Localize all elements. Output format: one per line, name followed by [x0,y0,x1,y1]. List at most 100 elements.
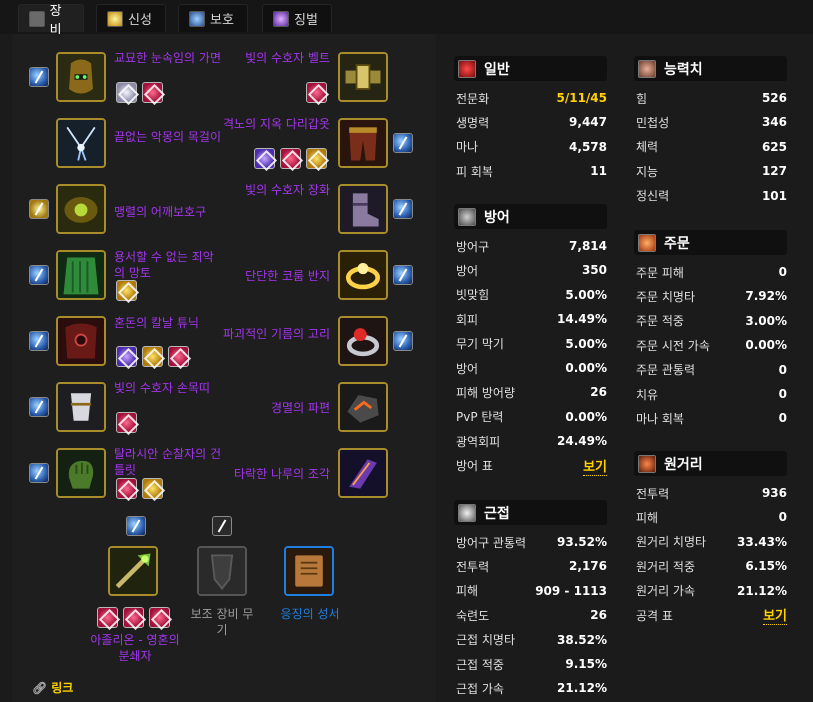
gem-icon[interactable] [142,478,163,499]
stat-label: 피 회복 [456,164,493,179]
stat-row: 방어 0.00% [456,358,607,378]
gem-icon[interactable] [306,148,327,169]
stat-row: 주문 피해 0 [636,262,787,282]
item-name-ring1[interactable]: 단단한 코룸 반지 [220,268,330,284]
item-neck-icon[interactable] [56,118,106,168]
item-ring2-icon[interactable] [338,316,388,366]
item-name-neck[interactable]: 끝없는 악몽의 목걸이 [114,129,224,145]
enchant-icon[interactable] [393,265,413,285]
stat-label: 주문 치명타 [636,289,696,304]
stat-label: 원거리 가속 [636,584,696,599]
section-header-attributes: 능력치 [634,56,787,81]
section-title: 원거리 [664,456,703,473]
stat-value: 93.52% [557,535,607,549]
item-name-trinket2[interactable]: 타락한 나루의 조각 [220,466,330,482]
item-legs-icon[interactable] [338,118,388,168]
enchant-icon[interactable] [29,397,49,417]
enchant-icon[interactable] [126,516,146,536]
stat-label: 전투력 [636,486,670,501]
stat-row: 근접 가속 21.12% [456,678,607,698]
enchant-icon[interactable] [29,265,49,285]
gem-icon[interactable] [116,82,137,103]
stat-row: 민첩성 346 [636,112,787,132]
item-relic-icon[interactable] [284,546,334,596]
tab-protection[interactable]: 보호 [178,4,248,32]
tab-label: 보호 [210,13,234,28]
item-name-legs[interactable]: 격노의 지옥 다리갑옷 [220,116,330,132]
stat-row: 정신력 101 [636,186,787,206]
gem-icon[interactable] [116,280,137,301]
tab-retribution[interactable]: 징벌 [262,4,332,32]
enchant-icon[interactable] [393,331,413,351]
gem-icon[interactable] [149,607,170,628]
tab-equipment[interactable]: 장비 [18,4,84,38]
stat-label: 피해 방어량 [456,385,516,400]
enchant-icon[interactable] [29,463,49,483]
enchant-icon[interactable] [393,133,413,153]
item-name-back[interactable]: 용서할 수 없는 죄악의 망토 [114,249,224,281]
gem-icon[interactable] [123,607,144,628]
item-mainhand-icon[interactable] [108,546,158,596]
item-trinket2-icon[interactable] [338,448,388,498]
gem-icon[interactable] [142,346,163,367]
item-trinket1-icon[interactable] [338,382,388,432]
item-name-belt[interactable]: 빛의 수호자 벨트 [220,50,330,66]
item-name-shoulder[interactable]: 맹렬의 어깨보호구 [114,204,224,220]
item-name-hands[interactable]: 탈라시안 순찰자의 건틀릿 [114,446,224,478]
gem-icon[interactable] [168,346,189,367]
gem-icon[interactable] [142,82,163,103]
stat-value: 9.15% [565,657,607,671]
item-feet-icon[interactable] [338,184,388,234]
stat-value: 0 [778,362,787,377]
gem-icon[interactable] [306,82,327,103]
stat-value: 11 [590,164,607,179]
view-table-link[interactable]: 보기 [763,605,787,625]
item-name-ring2[interactable]: 파괴적인 기름의 고리 [220,326,330,342]
stat-value: 101 [761,188,787,203]
empty-enchant-icon[interactable] [212,516,232,536]
item-name-head[interactable]: 교묘한 눈속임의 가면 [114,50,224,66]
stat-label: 빗맞힘 [456,288,490,303]
enchant-icon[interactable] [29,67,49,87]
gem-icon[interactable] [254,148,275,169]
stat-value: 14.49% [557,312,607,327]
item-name-feet[interactable]: 빛의 수호자 장화 [220,182,330,198]
gem-icon[interactable] [116,478,137,499]
item-shoulder-icon[interactable] [56,184,106,234]
item-back-icon[interactable] [56,250,106,300]
section-title: 방어 [484,209,510,226]
view-table-link[interactable]: 보기 [583,456,607,476]
stat-label: 마나 회복 [636,411,684,426]
item-offhand-empty-icon[interactable] [197,546,247,596]
item-name-chest[interactable]: 혼돈의 칼날 튜닉 [114,315,224,331]
crossed-swords-icon [458,503,476,522]
gem-icon[interactable] [116,412,137,433]
link-button[interactable]: 🔗︎ 링크 [32,679,73,696]
item-name-trinket1[interactable]: 경멸의 파편 [220,400,330,416]
stat-value: 0 [778,510,787,525]
spell-icon [638,233,656,252]
item-belt-icon[interactable] [338,52,388,102]
item-wrist-icon[interactable] [56,382,106,432]
item-name-offhand[interactable]: 보조 장비 무기 [186,606,258,638]
enchant-icon[interactable] [29,199,49,219]
item-chest-icon[interactable] [56,316,106,366]
item-name-wrist[interactable]: 빛의 수호자 손목띠 [114,380,224,396]
item-name-mainhand[interactable]: 아졸리온 - 영혼의 분쇄자 [90,632,180,664]
gem-icon[interactable] [97,607,118,628]
enchant-icon[interactable] [29,331,49,351]
item-ring1-icon[interactable] [338,250,388,300]
item-head-icon[interactable] [56,52,106,102]
section-header-spell: 주문 [634,230,787,255]
stat-row: 전투력 2,176 [456,556,607,576]
tab-holy[interactable]: 신성 [96,4,166,32]
item-name-relic[interactable]: 응징의 성서 [268,606,352,622]
gem-icon[interactable] [116,346,137,367]
stat-label: 방어구 관통력 [456,535,527,550]
stat-row: 전투력 936 [636,483,787,503]
stat-value: 0.00% [565,361,607,375]
enchant-icon[interactable] [393,199,413,219]
item-hands-icon[interactable] [56,448,106,498]
gem-icon[interactable] [280,148,301,169]
stat-value: 5.00% [565,287,607,302]
